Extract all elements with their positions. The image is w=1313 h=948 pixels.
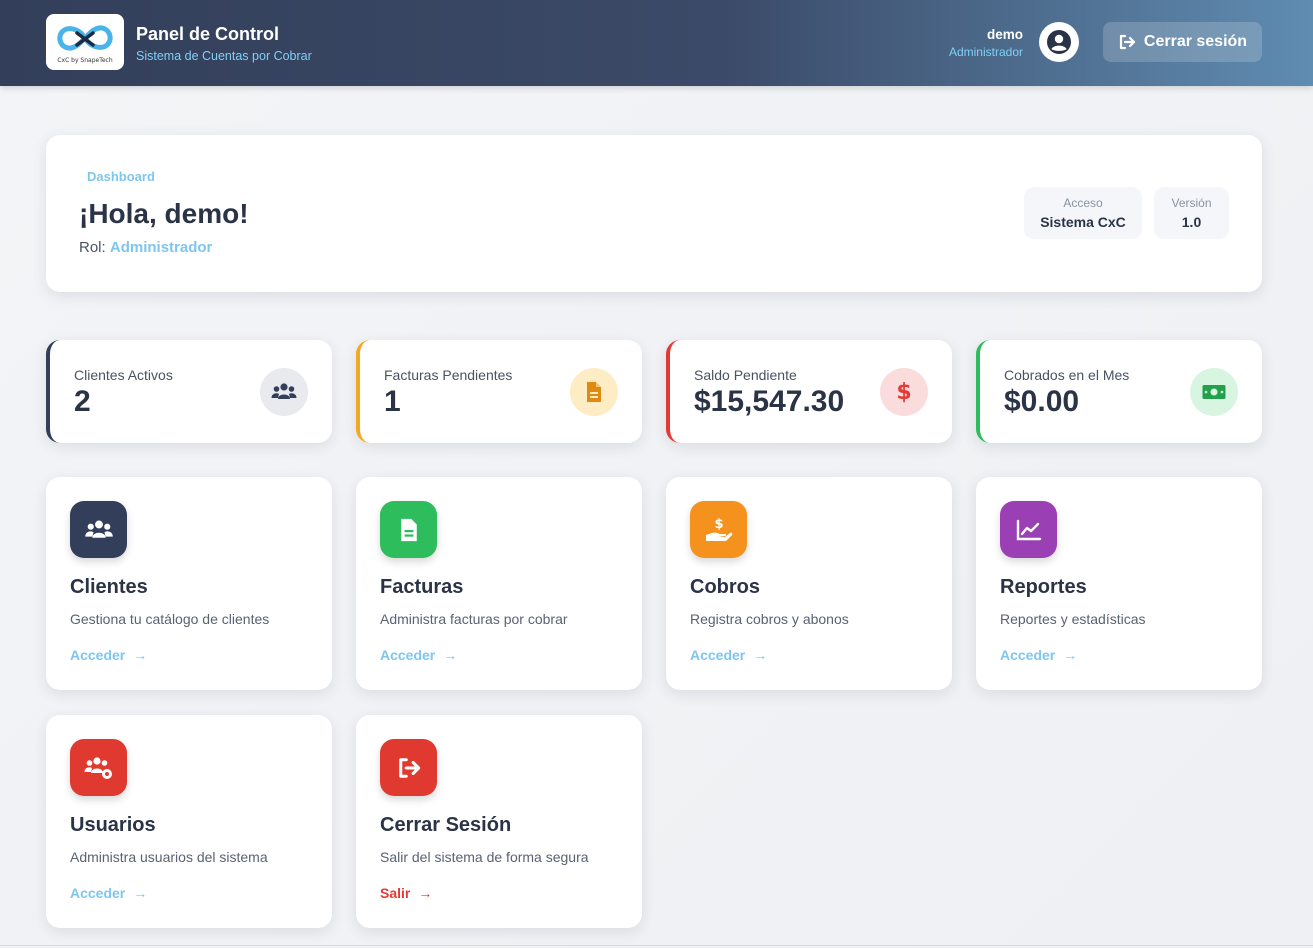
role-label: Rol: [79, 239, 106, 256]
stat-label: Clientes Activos [74, 367, 173, 383]
page-title: ¡Hola, demo! [79, 198, 249, 229]
access-pill: Acceso Sistema CxC [1024, 187, 1142, 239]
stat-value: 1 [384, 385, 401, 418]
module-description: Reportes y estadísticas [1000, 611, 1146, 627]
infinity-logo-icon [57, 24, 113, 51]
stat-value: 2 [74, 385, 91, 418]
module-link-label: Acceder [690, 647, 746, 663]
logout-button[interactable]: Cerrar sesión [1103, 22, 1262, 62]
stat-card-pending-invoices: Facturas Pendientes 1 [356, 340, 642, 443]
stat-card-pending-balance: Saldo Pendiente $15,547.30 $ [666, 340, 952, 443]
footer-divider [0, 945, 1313, 946]
logout-icon [1119, 34, 1136, 50]
user-name: demo [986, 27, 1023, 42]
module-access-link[interactable]: Acceder → [690, 647, 767, 663]
module-title: Reportes [1000, 576, 1087, 598]
arrow-right-icon: → [753, 647, 768, 663]
role-value: Administrador [109, 239, 213, 256]
svg-text:$: $ [714, 517, 723, 532]
module-description: Administra usuarios del sistema [70, 849, 268, 865]
access-value: Sistema CxC [1040, 214, 1126, 230]
module-access-link[interactable]: Acceder → [70, 647, 147, 663]
avatar[interactable] [1039, 22, 1079, 62]
arrow-right-icon: → [1063, 647, 1078, 663]
logout-icon [380, 739, 437, 796]
arrow-right-icon: → [418, 885, 433, 901]
module-card-usuarios[interactable]: Usuarios Administra usuarios del sistema… [46, 715, 332, 928]
app-logo[interactable]: CxC by SnapeTech [46, 14, 124, 70]
app-subtitle: Sistema de Cuentas por Cobrar [136, 49, 312, 63]
module-description: Salir del sistema de forma segura [380, 849, 589, 865]
module-title: Cobros [690, 576, 760, 598]
invoice-icon [380, 501, 437, 558]
module-card-cobros[interactable]: $ Cobros Registra cobros y abonos Accede… [666, 477, 952, 690]
module-card-reportes[interactable]: Reportes Reportes y estadísticas Acceder… [976, 477, 1262, 690]
stat-card-active-clients: Clientes Activos 2 [46, 340, 332, 443]
users-gear-icon [70, 739, 127, 796]
stat-value: $0.00 [1004, 385, 1080, 418]
users-icon [260, 368, 308, 416]
module-access-link[interactable]: Acceder → [380, 647, 457, 663]
stat-label: Cobrados en el Mes [1004, 367, 1130, 383]
module-link-label: Acceder [70, 647, 126, 663]
version-value: 1.0 [1181, 214, 1202, 230]
module-title: Facturas [380, 576, 464, 598]
invoice-icon [570, 368, 618, 416]
module-card-facturas[interactable]: Facturas Administra facturas por cobrar … [356, 477, 642, 690]
user-role: Administrador [948, 45, 1023, 59]
module-link-label: Acceder [70, 885, 126, 901]
logout-link[interactable]: Salir → [380, 885, 432, 901]
module-card-clientes[interactable]: Clientes Gestiona tu catálogo de cliente… [46, 477, 332, 690]
hand-dollar-icon: $ [690, 501, 747, 558]
module-access-link[interactable]: Acceder → [1000, 647, 1077, 663]
user-circle-icon [1047, 30, 1071, 54]
module-description: Administra facturas por cobrar [380, 611, 568, 627]
dollar-icon: $ [880, 368, 928, 416]
top-navbar: CxC by SnapeTech Panel de Control Sistem… [0, 0, 1313, 86]
breadcrumb[interactable]: Dashboard [87, 169, 155, 184]
chart-line-icon [1000, 501, 1057, 558]
version-pill: Versión 1.0 [1154, 187, 1229, 239]
users-icon [70, 501, 127, 558]
version-label: Versión [1171, 196, 1212, 210]
stat-value: $15,547.30 [694, 385, 845, 418]
module-title: Usuarios [70, 814, 156, 836]
module-link-label: Acceder [380, 647, 436, 663]
module-title: Cerrar Sesión [380, 814, 512, 836]
money-bill-icon [1190, 368, 1238, 416]
access-label: Acceso [1063, 196, 1103, 210]
stat-card-collected-month: Cobrados en el Mes $0.00 [976, 340, 1262, 443]
module-description: Gestiona tu catálogo de clientes [70, 611, 270, 627]
app-title: Panel de Control [136, 24, 280, 44]
stat-label: Saldo Pendiente [694, 367, 797, 383]
module-link-label: Salir [380, 885, 411, 901]
stat-label: Facturas Pendientes [384, 367, 513, 383]
module-access-link[interactable]: Acceder → [70, 885, 147, 901]
module-title: Clientes [70, 576, 148, 598]
module-card-cerrar-sesion[interactable]: Cerrar Sesión Salir del sistema de forma… [356, 715, 642, 928]
logout-button-label: Cerrar sesión [1143, 33, 1248, 50]
logo-text: CxC by SnapeTech [57, 56, 113, 64]
arrow-right-icon: → [133, 885, 148, 901]
module-link-label: Acceder [1000, 647, 1056, 663]
arrow-right-icon: → [443, 647, 458, 663]
arrow-right-icon: → [133, 647, 148, 663]
role-line: Rol: Administrador [79, 239, 212, 256]
module-description: Registra cobros y abonos [690, 611, 849, 627]
welcome-card: Dashboard ¡Hola, demo! Rol: Administrado… [46, 135, 1262, 292]
